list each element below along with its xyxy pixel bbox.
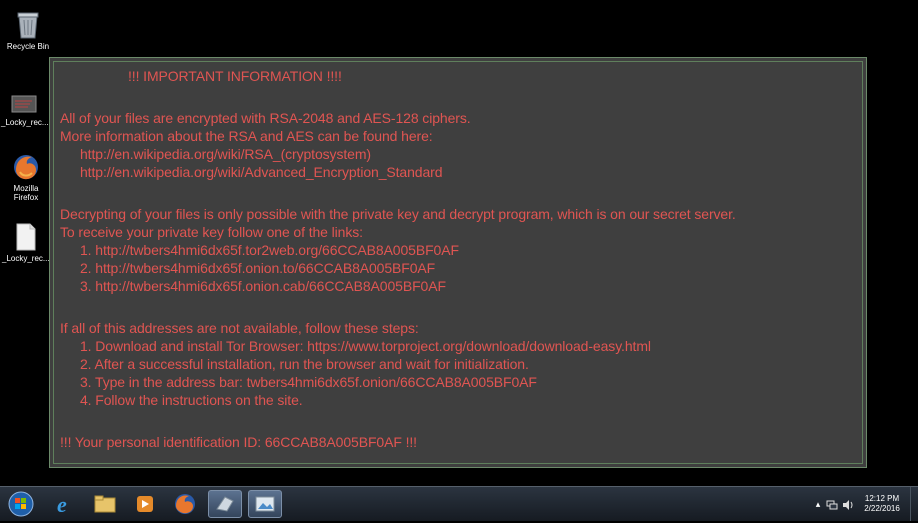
taskbar-media-player[interactable] bbox=[128, 490, 162, 518]
taskbar-image-viewer[interactable] bbox=[248, 490, 282, 518]
desktop-icon-label: Recycle Bin bbox=[6, 42, 50, 51]
note-link-rsa: http://en.wikipedia.org/wiki/RSA_(crypto… bbox=[80, 146, 371, 162]
note-line-decrypting: Decrypting of your files is only possibl… bbox=[60, 206, 736, 222]
note-step-2: 2. After a successful installation, run … bbox=[80, 356, 529, 372]
note-link-3: 3. http://twbers4hmi6dx65f.onion.cab/66C… bbox=[80, 278, 446, 294]
media-player-icon bbox=[137, 496, 153, 512]
volume-icon[interactable] bbox=[842, 498, 854, 516]
text-file-icon bbox=[11, 222, 39, 252]
note-link-2: 2. http://twbers4hmi6dx65f.onion.to/66CC… bbox=[80, 260, 436, 276]
desktop-icon-label: Mozilla Firefox bbox=[13, 184, 39, 202]
ransom-note-window: !!! IMPORTANT INFORMATION !!!! All of yo… bbox=[49, 57, 867, 468]
image-viewer-icon bbox=[255, 496, 275, 512]
desktop-icon-recycle-bin[interactable]: Recycle Bin bbox=[5, 10, 51, 51]
taskbar-internet-explorer[interactable]: e bbox=[48, 490, 82, 518]
desktop-icon-locky-bmp[interactable]: _Locky_rec... bbox=[1, 92, 49, 127]
note-line-receive-key: To receive your private key follow one o… bbox=[60, 224, 363, 240]
file-explorer-icon bbox=[94, 495, 116, 513]
network-icon[interactable] bbox=[826, 498, 838, 516]
start-orb-icon bbox=[8, 491, 34, 517]
desktop-icon-firefox[interactable]: Mozilla Firefox bbox=[3, 152, 49, 202]
chevron-up-icon: ▴ bbox=[815, 499, 821, 509]
clock[interactable]: 12:12 PM 2/22/2016 bbox=[860, 494, 904, 514]
taskbar: e ▴ 12:12 PM 2/22/2016 bbox=[0, 486, 918, 521]
note-link-1: 1. http://twbers4hmi6dx65f.tor2web.org/6… bbox=[80, 242, 459, 258]
show-hidden-icons-button[interactable]: ▴ bbox=[814, 499, 822, 509]
note-line-not-available: If all of this addresses are not availab… bbox=[60, 320, 419, 336]
desktop: Recycle Bin _Locky_rec... Mozilla Firefo… bbox=[0, 0, 918, 486]
bitmap-file-icon bbox=[10, 92, 38, 116]
desktop-icon-locky-txt[interactable]: _Locky_rec... bbox=[2, 222, 50, 263]
show-desktop-button[interactable] bbox=[910, 487, 918, 521]
recycle-bin-icon bbox=[14, 10, 42, 40]
taskbar-file-explorer[interactable] bbox=[88, 490, 122, 518]
note-step-3: 3. Type in the address bar: twbers4hmi6d… bbox=[80, 374, 537, 390]
app-icon bbox=[216, 496, 234, 512]
note-line-more-info: More information about the RSA and AES c… bbox=[60, 128, 433, 144]
note-personal-id: !!! Your personal identification ID: 66C… bbox=[60, 434, 417, 450]
note-link-aes: http://en.wikipedia.org/wiki/Advanced_En… bbox=[80, 164, 443, 180]
clock-time: 12:12 PM bbox=[864, 494, 900, 503]
taskbar-firefox[interactable] bbox=[168, 490, 202, 518]
taskbar-app[interactable] bbox=[208, 490, 242, 518]
firefox-icon bbox=[12, 152, 40, 182]
firefox-icon bbox=[175, 494, 195, 514]
svg-text:e: e bbox=[57, 492, 67, 517]
note-step-1: 1. Download and install Tor Browser: htt… bbox=[80, 338, 651, 354]
internet-explorer-icon: e bbox=[57, 492, 67, 517]
desktop-icon-label: _Locky_rec... bbox=[2, 254, 50, 263]
note-title: !!! IMPORTANT INFORMATION !!!! bbox=[128, 68, 342, 84]
clock-date: 2/22/2016 bbox=[864, 504, 900, 513]
start-button[interactable] bbox=[6, 490, 36, 518]
note-step-4: 4. Follow the instructions on the site. bbox=[80, 392, 303, 408]
note-line-encrypted: All of your files are encrypted with RSA… bbox=[60, 110, 471, 126]
desktop-icon-label: _Locky_rec... bbox=[1, 118, 49, 127]
